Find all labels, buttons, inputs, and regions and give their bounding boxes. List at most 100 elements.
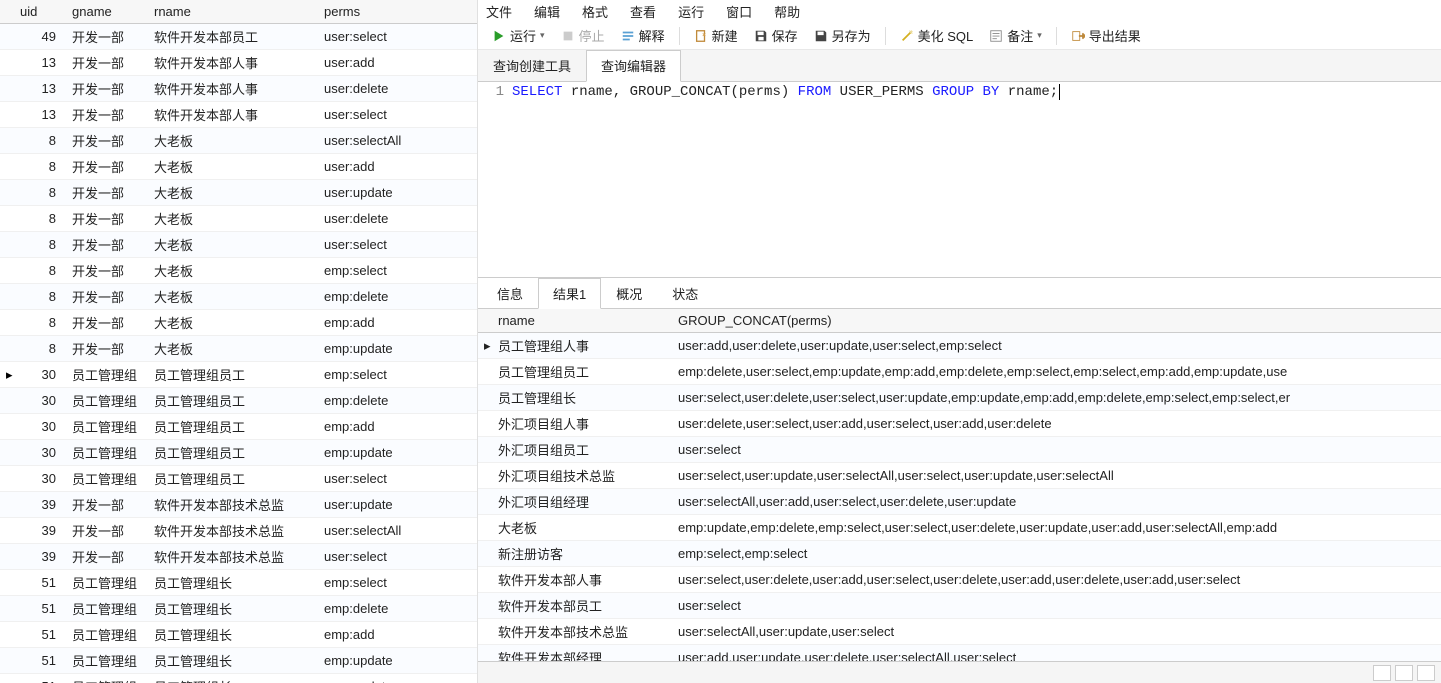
toolbar-separator	[1056, 27, 1057, 45]
table-row[interactable]: 49开发一部软件开发本部员工user:select	[0, 24, 477, 50]
table-row[interactable]: 外汇项目组人事user:delete,user:select,user:add,…	[478, 411, 1441, 437]
menu-item[interactable]: 编辑	[534, 2, 560, 21]
memo-view-icon[interactable]	[1417, 665, 1435, 681]
tab-info[interactable]: 信息	[482, 278, 538, 308]
table-row[interactable]: 51员工管理组员工管理组长emp:select	[0, 570, 477, 596]
export-button[interactable]: 导出结果	[1065, 24, 1147, 47]
save-button[interactable]: 保存	[748, 24, 804, 47]
cell-uid: 13	[14, 50, 66, 76]
sql-editor[interactable]: 1 SELECT rname, GROUP_CONCAT(perms) FROM…	[478, 82, 1441, 278]
table-row[interactable]: 软件开发本部经理user:add,user:update,user:delete…	[478, 645, 1441, 662]
table-row[interactable]: 大老板emp:update,emp:delete,emp:select,user…	[478, 515, 1441, 541]
cell-rname: 新注册访客	[492, 541, 672, 567]
line-number: 1	[478, 84, 512, 100]
status-bar	[478, 661, 1441, 683]
menu-item[interactable]: 窗口	[726, 2, 752, 21]
table-row[interactable]: ▸30员工管理组员工管理组员工emp:select	[0, 362, 477, 388]
table-row[interactable]: 30员工管理组员工管理组员工emp:update	[0, 440, 477, 466]
col-header-concat[interactable]: GROUP_CONCAT(perms)	[672, 309, 1441, 333]
save-label: 保存	[772, 26, 798, 45]
wand-icon	[900, 29, 914, 43]
tab-result1[interactable]: 结果1	[538, 278, 601, 309]
table-row[interactable]: 8开发一部大老板emp:select	[0, 258, 477, 284]
beautify-button[interactable]: 美化 SQL	[894, 24, 980, 47]
cell-rname: 员工管理组员工	[148, 466, 318, 492]
note-button[interactable]: 备注 ▾	[983, 24, 1048, 47]
col-header-uid[interactable]: uid	[14, 0, 66, 24]
note-icon	[989, 29, 1003, 43]
cell-perms: emp:update	[318, 440, 477, 466]
cell-rname: 软件开发本部人事	[148, 76, 318, 102]
table-row[interactable]: 51员工管理组员工管理组长user:update	[0, 674, 477, 683]
col-header-rname[interactable]: rname	[148, 0, 318, 24]
table-row[interactable]: 新注册访客emp:select,emp:select	[478, 541, 1441, 567]
table-row[interactable]: 员工管理组长user:select,user:delete,user:selec…	[478, 385, 1441, 411]
table-row[interactable]: 30员工管理组员工管理组员工emp:delete	[0, 388, 477, 414]
menu-item[interactable]: 运行	[678, 2, 704, 21]
table-row[interactable]: 软件开发本部技术总监user:selectAll,user:update,use…	[478, 619, 1441, 645]
cell-rname: 员工管理组长	[148, 570, 318, 596]
table-row[interactable]: 13开发一部软件开发本部人事user:select	[0, 102, 477, 128]
table-row[interactable]: 外汇项目组员工user:select	[478, 437, 1441, 463]
run-button[interactable]: 运行 ▾	[486, 24, 551, 47]
saveas-label: 另存为	[832, 26, 871, 45]
tab-profile[interactable]: 概况	[601, 278, 657, 308]
tab-query-builder[interactable]: 查询创建工具	[478, 50, 586, 81]
table-row[interactable]: 30员工管理组员工管理组员工emp:add	[0, 414, 477, 440]
table-row[interactable]: 外汇项目组技术总监user:select,user:update,user:se…	[478, 463, 1441, 489]
cell-perms: emp:add	[318, 622, 477, 648]
table-row[interactable]: 8开发一部大老板emp:update	[0, 336, 477, 362]
table-row[interactable]: 软件开发本部员工user:select	[478, 593, 1441, 619]
table-row[interactable]: 8开发一部大老板user:add	[0, 154, 477, 180]
cell-uid: 30	[14, 466, 66, 492]
table-row[interactable]: 39开发一部软件开发本部技术总监user:update	[0, 492, 477, 518]
result-header-row: rname GROUP_CONCAT(perms)	[478, 309, 1441, 333]
dropdown-caret-icon: ▾	[1037, 30, 1042, 41]
cell-uid: 13	[14, 102, 66, 128]
menu-item[interactable]: 帮助	[774, 2, 800, 21]
table-row[interactable]: ▸员工管理组人事user:add,user:delete,user:update…	[478, 333, 1441, 359]
export-label: 导出结果	[1089, 26, 1141, 45]
table-row[interactable]: 8开发一部大老板emp:add	[0, 310, 477, 336]
col-header-rname[interactable]: rname	[492, 309, 672, 333]
row-indicator	[0, 258, 14, 284]
table-row[interactable]: 8开发一部大老板user:select	[0, 232, 477, 258]
table-row[interactable]: 8开发一部大老板emp:delete	[0, 284, 477, 310]
grid-view-icon[interactable]	[1373, 665, 1391, 681]
form-view-icon[interactable]	[1395, 665, 1413, 681]
saveas-button[interactable]: 另存为	[808, 24, 877, 47]
table-row[interactable]: 13开发一部软件开发本部人事user:add	[0, 50, 477, 76]
col-header-gname[interactable]: gname	[66, 0, 148, 24]
cell-gname: 开发一部	[66, 232, 148, 258]
cell-gname: 开发一部	[66, 24, 148, 50]
table-row[interactable]: 8开发一部大老板user:delete	[0, 206, 477, 232]
row-indicator	[478, 567, 492, 593]
cell-uid: 51	[14, 596, 66, 622]
menu-item[interactable]: 查看	[630, 2, 656, 21]
col-header-perms[interactable]: perms	[318, 0, 477, 24]
table-row[interactable]: 13开发一部软件开发本部人事user:delete	[0, 76, 477, 102]
cell-rname: 软件开发本部员工	[148, 24, 318, 50]
table-row[interactable]: 外汇项目组经理user:selectAll,user:add,user:sele…	[478, 489, 1441, 515]
table-row[interactable]: 39开发一部软件开发本部技术总监user:select	[0, 544, 477, 570]
tab-query-editor[interactable]: 查询编辑器	[586, 50, 681, 82]
table-row[interactable]: 51员工管理组员工管理组长emp:add	[0, 622, 477, 648]
table-row[interactable]: 8开发一部大老板user:selectAll	[0, 128, 477, 154]
table-row[interactable]: 8开发一部大老板user:update	[0, 180, 477, 206]
table-row[interactable]: 30员工管理组员工管理组员工user:select	[0, 466, 477, 492]
menu-item[interactable]: 格式	[582, 2, 608, 21]
new-button[interactable]: 新建	[688, 24, 744, 47]
table-row[interactable]: 39开发一部软件开发本部技术总监user:selectAll	[0, 518, 477, 544]
cell-perms: emp:delete	[318, 284, 477, 310]
cell-rname: 员工管理组长	[492, 385, 672, 411]
table-row[interactable]: 51员工管理组员工管理组长emp:update	[0, 648, 477, 674]
explain-button[interactable]: 解释	[615, 24, 671, 47]
cell-rname: 软件开发本部技术总监	[148, 544, 318, 570]
table-row[interactable]: 51员工管理组员工管理组长emp:delete	[0, 596, 477, 622]
cell-perms: emp:add	[318, 310, 477, 336]
table-row[interactable]: 软件开发本部人事user:select,user:delete,user:add…	[478, 567, 1441, 593]
new-icon	[694, 29, 708, 43]
tab-status[interactable]: 状态	[657, 278, 713, 308]
menu-item[interactable]: 文件	[486, 2, 512, 21]
table-row[interactable]: 员工管理组员工emp:delete,user:select,emp:update…	[478, 359, 1441, 385]
